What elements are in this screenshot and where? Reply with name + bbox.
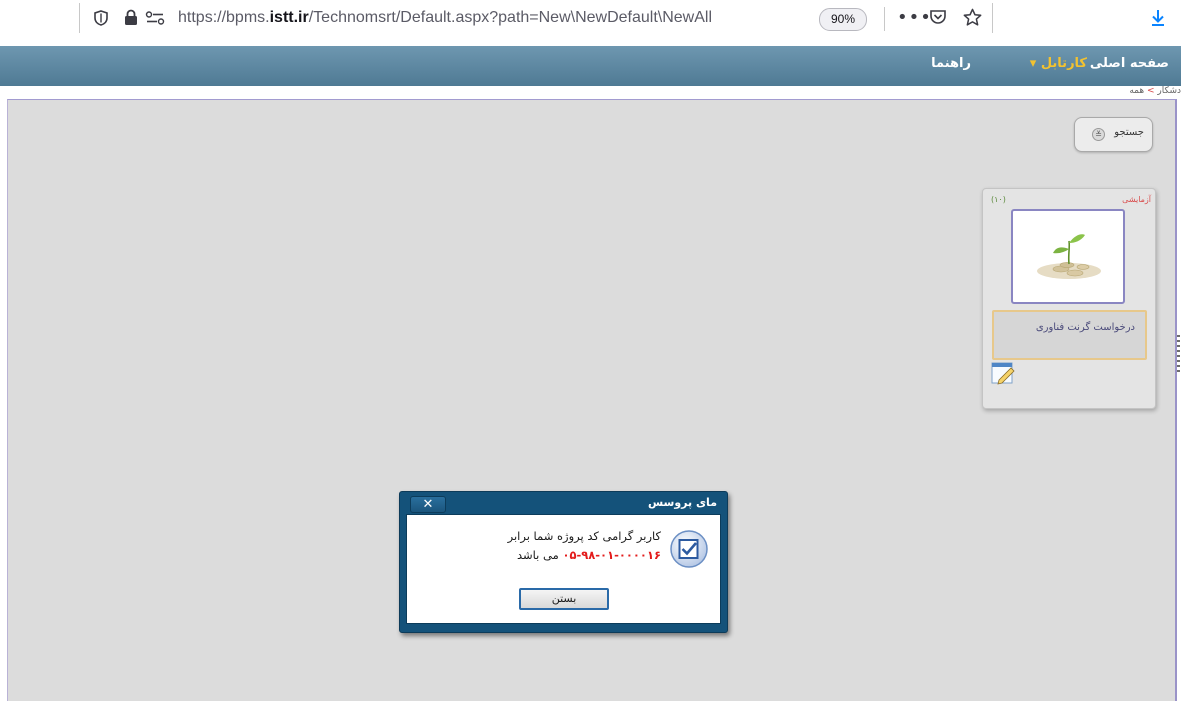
toolbar-divider	[884, 7, 885, 31]
search-label: جستجو	[1114, 127, 1144, 138]
page-actions-menu-icon[interactable]: •••	[897, 7, 932, 28]
permissions-icon[interactable]	[145, 10, 165, 29]
url-prefix: https://bpms.	[178, 9, 270, 26]
zoom-level-button[interactable]: 90%	[819, 8, 867, 31]
toolbar-divider	[79, 3, 80, 33]
chevron-down-icon: ≚	[1092, 128, 1105, 141]
nav-home-link[interactable]: صفحه اصلی	[1090, 56, 1169, 71]
card-title-button[interactable]: درخواست گرنت فناوری	[992, 310, 1147, 360]
toolbar-divider	[992, 3, 993, 33]
breadcrumb-root[interactable]: دشکار	[1157, 86, 1181, 96]
bookmark-star-icon[interactable]	[963, 8, 982, 31]
card-thumbnail-image[interactable]	[1011, 209, 1125, 304]
app-header: صفحه اصلی کارتابل ▾ راهنما	[0, 46, 1181, 86]
pocket-icon[interactable]	[929, 9, 947, 30]
resize-handle[interactable]	[1177, 335, 1180, 375]
dialog-title: مای پروسس	[647, 496, 717, 509]
dialog-body: کاربر گرامی کد پروژه شما برابر ۰۵-۹۸-۰۱-…	[406, 514, 721, 624]
browser-url-bar: https://bpms.istt.ir/Technomsrt/Default.…	[0, 0, 1181, 40]
lock-icon[interactable]	[124, 9, 138, 30]
process-card[interactable]: آزمایشی (۱۰) درخواست گرنت فناوری	[982, 188, 1156, 409]
card-count: (۱۰)	[991, 195, 1006, 204]
nav-cartable-menu[interactable]: کارتابل ▾	[1030, 56, 1087, 71]
url-field[interactable]: https://bpms.istt.ir/Technomsrt/Default.…	[178, 9, 712, 27]
breadcrumb-current: همه	[1129, 86, 1145, 96]
dialog-message-line1: کاربر گرامی کد پروژه شما برابر	[507, 529, 661, 543]
check-icon	[669, 529, 709, 569]
url-domain: istt.ir	[269, 9, 309, 26]
project-code: ۰۵-۹۸-۰۱-۰۰۰۰۱۶	[562, 548, 661, 562]
download-icon[interactable]	[1150, 9, 1166, 31]
card-title-label: درخواست گرنت فناوری	[1035, 322, 1135, 333]
search-button[interactable]: جستجو ≚	[1074, 117, 1153, 152]
edit-icon[interactable]	[991, 361, 1017, 389]
message-dialog: مای پروسس ✕ کاربر گرامی کد پروژه شما برا…	[399, 491, 728, 633]
breadcrumb: دشکار > همه	[1129, 86, 1181, 96]
card-badge: آزمایشی	[1122, 195, 1151, 204]
close-dialog-button[interactable]: بستن	[519, 588, 609, 610]
nav-guide-link[interactable]: راهنما	[931, 56, 971, 71]
breadcrumb-separator: >	[1146, 86, 1155, 96]
shield-icon[interactable]	[94, 10, 108, 30]
dialog-message-line2: ۰۵-۹۸-۰۱-۰۰۰۰۱۶ می باشد	[517, 548, 661, 562]
close-button[interactable]: ✕	[410, 496, 446, 513]
url-path: /Technomsrt/Default.aspx?path=New\NewDef…	[308, 9, 713, 26]
dialog-message-suffix: می باشد	[517, 548, 559, 562]
